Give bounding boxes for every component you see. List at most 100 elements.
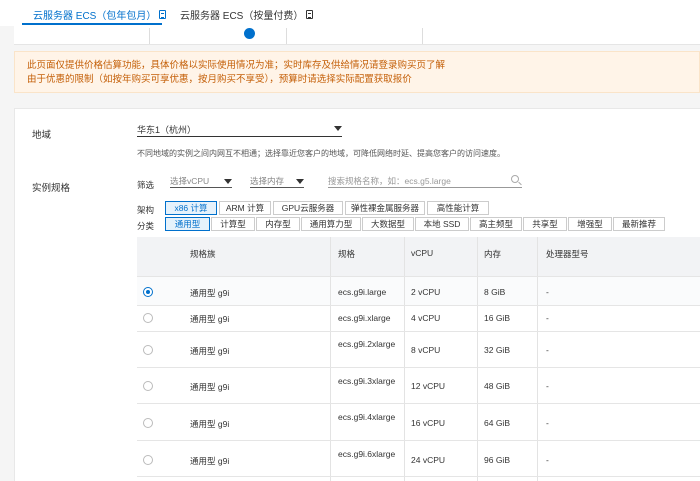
cell-spec: ecs.g9i.4xlarge [338, 412, 396, 422]
column-divider [477, 237, 478, 481]
row-radio[interactable] [143, 345, 153, 355]
cell-memory: 32 GiB [484, 345, 510, 355]
row-radio[interactable] [143, 455, 153, 465]
arch-option-arm[interactable]: ARM 计算 [219, 201, 271, 215]
vcpu-select[interactable]: 选择vCPU [170, 175, 232, 188]
cell-spec: ecs.g9i.6xlarge [338, 449, 396, 459]
document-icon [159, 10, 167, 19]
region-select[interactable]: 华东1（杭州） [137, 123, 342, 137]
cell-memory: 8 GiB [484, 287, 506, 297]
notice-line: 此页面仅提供价格估算功能，具体价格以实际使用情况为准；实时库存及供给情况请登录购… [27, 60, 446, 71]
search-placeholder: 搜索规格名称，如：ecs.g5.large [328, 176, 451, 186]
chevron-down-icon [224, 179, 232, 184]
instance-spec-label: 实例规格 [32, 183, 71, 194]
cell-family: 通用型 g9i [190, 346, 230, 356]
tab-label: 云服务器 ECS（按量付费） [180, 11, 304, 22]
cell-family: 通用型 g9i [190, 382, 230, 392]
cell-family: 通用型 g9i [190, 288, 230, 298]
cell-spec: ecs.g9i.2xlarge [338, 339, 396, 349]
price-notice: 此页面仅提供价格估算功能，具体价格以实际使用情况为准；实时库存及供给情况请登录购… [14, 51, 700, 93]
cell-memory: 16 GiB [484, 313, 510, 323]
column-header-memory: 内存 [484, 249, 502, 259]
category-shared[interactable]: 共享型 [523, 217, 567, 231]
chevron-down-icon [296, 179, 304, 184]
row-divider [137, 403, 700, 404]
category-big-data[interactable]: 大数据型 [362, 217, 414, 231]
cell-processor: - [546, 381, 549, 391]
cell-processor: - [546, 345, 549, 355]
category-local-ssd[interactable]: 本地 SSD [415, 217, 469, 231]
tab-ecs-pay-as-you-go[interactable]: 云服务器 ECS（按量付费） [180, 7, 314, 22]
memory-select[interactable]: 选择内存 [250, 175, 304, 188]
cell-processor: - [546, 287, 549, 297]
category-memory[interactable]: 内存型 [256, 217, 300, 231]
row-divider [137, 440, 700, 441]
active-tab-indicator [22, 23, 162, 25]
row-divider [137, 331, 700, 332]
cell-processor: - [546, 313, 549, 323]
divider [422, 28, 423, 44]
cell-vcpu: 4 vCPU [411, 313, 441, 323]
cell-spec: ecs.g9i.xlarge [338, 313, 391, 323]
category-high-freq[interactable]: 高主频型 [470, 217, 522, 231]
category-enhanced[interactable]: 增强型 [568, 217, 612, 231]
row-divider [137, 476, 700, 477]
column-header-vcpu: vCPU [411, 248, 434, 258]
cell-memory: 64 GiB [484, 418, 510, 428]
category-label: 分类 [137, 221, 155, 231]
cell-vcpu: 12 vCPU [411, 381, 446, 391]
step-indicator-icon [244, 28, 255, 39]
cell-vcpu: 8 vCPU [411, 345, 441, 355]
search-icon[interactable] [511, 175, 519, 183]
column-header-family: 规格族 [190, 249, 216, 259]
column-header-processor: 处理器型号 [546, 249, 589, 259]
column-divider [404, 237, 405, 481]
row-radio[interactable] [143, 287, 153, 297]
top-tab-bar: 云服务器 ECS（包年包月） 云服务器 ECS（按量付费） [0, 0, 700, 26]
cell-family: 通用型 g9i [190, 314, 230, 324]
arch-option-gpu[interactable]: GPU云服务器 [273, 201, 343, 215]
row-divider [137, 367, 700, 368]
divider [286, 28, 287, 44]
column-divider [537, 237, 538, 481]
memory-placeholder: 选择内存 [250, 176, 285, 186]
region-hint: 不同地域的实例之间内网互不相通；选择靠近您客户的地域，可降低网络时延、提高您客户… [137, 149, 505, 158]
vcpu-placeholder: 选择vCPU [170, 176, 210, 186]
category-compute[interactable]: 计算型 [211, 217, 255, 231]
spec-search-input[interactable]: 搜索规格名称，如：ecs.g5.large [328, 175, 522, 188]
category-general[interactable]: 通用型 [165, 217, 210, 231]
document-icon [306, 10, 314, 19]
region-label: 地域 [32, 130, 52, 141]
row-radio[interactable] [143, 381, 153, 391]
column-header-spec: 规格 [338, 249, 356, 259]
cell-vcpu: 2 vCPU [411, 287, 441, 297]
arch-label: 架构 [137, 205, 155, 215]
cell-memory: 48 GiB [484, 381, 510, 391]
region-value: 华东1（杭州） [137, 125, 197, 135]
cell-processor: - [546, 418, 549, 428]
row-radio[interactable] [143, 313, 153, 323]
category-universal[interactable]: 通用算力型 [301, 217, 361, 231]
row-divider [137, 276, 700, 277]
notice-line: 由于优惠的限制（如按年购买可享优惠，按月购买不享受），预算时请选择实际配置获取报… [27, 74, 412, 85]
column-divider [330, 237, 331, 481]
row-divider [137, 305, 700, 306]
cell-vcpu: 16 vCPU [411, 418, 446, 428]
cell-processor: - [546, 455, 549, 465]
tab-label: 云服务器 ECS（包年包月） [33, 11, 157, 22]
cell-spec: ecs.g9i.large [338, 287, 387, 297]
arch-option-x86[interactable]: x86 计算 [165, 201, 217, 215]
arch-option-bare-metal[interactable]: 弹性裸金属服务器 [345, 201, 425, 215]
cell-family: 通用型 g9i [190, 419, 230, 429]
row-radio[interactable] [143, 418, 153, 428]
divider [149, 28, 150, 44]
cell-family: 通用型 g9i [190, 456, 230, 466]
cell-memory: 96 GiB [484, 455, 510, 465]
category-latest[interactable]: 最新推荐 [613, 217, 665, 231]
step-strip [14, 26, 700, 45]
filter-label: 筛选 [137, 180, 155, 190]
cell-vcpu: 24 vCPU [411, 455, 446, 465]
cell-spec: ecs.g9i.3xlarge [338, 376, 396, 386]
tab-ecs-subscription[interactable]: 云服务器 ECS（包年包月） [33, 7, 167, 22]
arch-option-hpc[interactable]: 高性能计算 [427, 201, 489, 215]
